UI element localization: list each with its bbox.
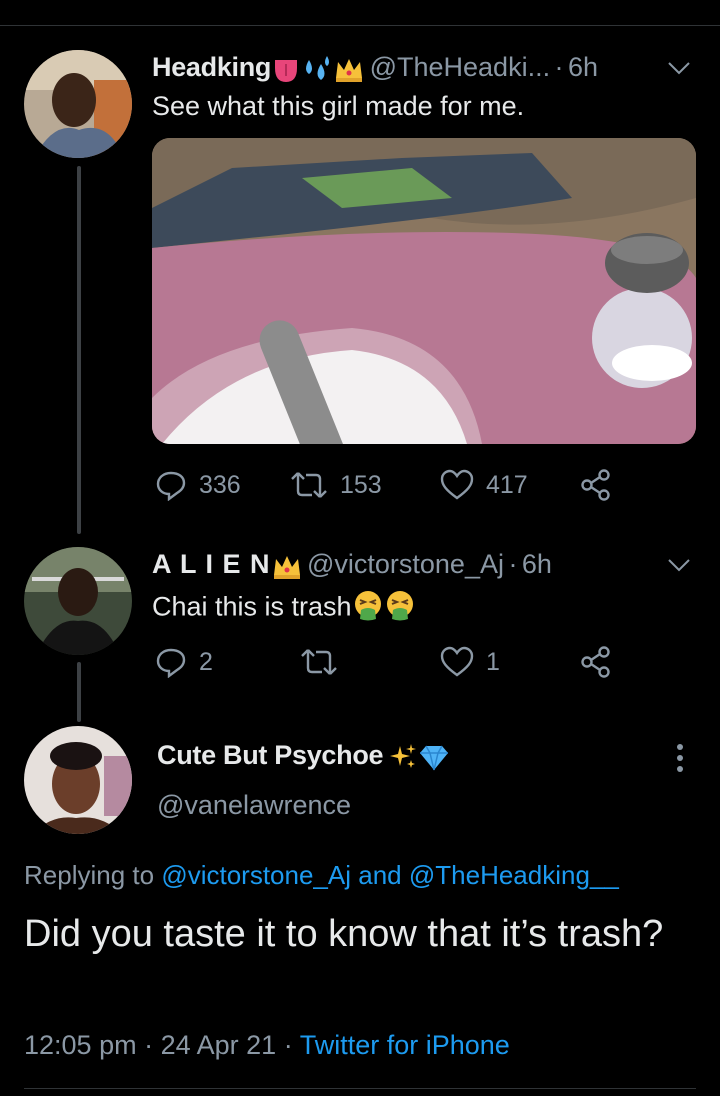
main-tweet-text: Did you taste it to know that it’s trash… bbox=[24, 913, 664, 955]
crown-emoji bbox=[271, 551, 303, 586]
tweet-header: Headking @TheHeadki... · 6h bbox=[152, 52, 598, 89]
share-icon[interactable] bbox=[580, 468, 612, 507]
mention-link[interactable]: @TheHeadking__ bbox=[409, 860, 619, 890]
avatar[interactable] bbox=[24, 726, 132, 834]
chevron-down-icon[interactable] bbox=[666, 552, 692, 583]
heart-icon bbox=[440, 469, 474, 500]
mention-link[interactable]: @victorstone_Aj bbox=[161, 860, 351, 890]
display-name[interactable]: A L I E N bbox=[152, 549, 271, 579]
display-name[interactable]: Cute But Psychoe bbox=[157, 740, 384, 770]
reply-count: 336 bbox=[199, 470, 241, 499]
tweet-text-row: Chai this is trash bbox=[152, 589, 416, 628]
tweet-text: Chai this is trash bbox=[152, 591, 352, 622]
main-author: Cute But Psychoe bbox=[157, 740, 450, 777]
reply-button[interactable]: 2 bbox=[155, 646, 213, 678]
thread-line bbox=[77, 662, 81, 722]
reply-icon bbox=[156, 648, 186, 678]
vomiting-face-emoji bbox=[384, 589, 416, 628]
reply-count: 2 bbox=[199, 647, 213, 676]
heart-icon bbox=[440, 646, 474, 677]
separator: · bbox=[144, 1030, 154, 1060]
tweet-date: 24 Apr 21 bbox=[160, 1030, 277, 1060]
like-count: 1 bbox=[486, 647, 500, 676]
separator: · bbox=[283, 1030, 293, 1060]
chevron-down-icon[interactable] bbox=[666, 55, 692, 86]
display-name[interactable]: Headking bbox=[152, 52, 271, 82]
sparkles-emoji bbox=[388, 742, 418, 777]
separator: · bbox=[508, 549, 518, 579]
retweet-count: 153 bbox=[340, 470, 382, 499]
retweet-button[interactable] bbox=[300, 646, 338, 678]
tongue-emoji bbox=[271, 54, 301, 89]
avatar[interactable] bbox=[24, 547, 132, 655]
retweet-icon bbox=[301, 649, 337, 675]
like-button[interactable]: 417 bbox=[440, 469, 528, 501]
separator: · bbox=[554, 52, 564, 82]
tweet-source[interactable]: Twitter for iPhone bbox=[300, 1030, 510, 1060]
replying-prefix: Replying to bbox=[24, 860, 155, 890]
retweet-button[interactable]: 153 bbox=[290, 469, 382, 501]
share-icon[interactable] bbox=[580, 645, 612, 684]
retweet-icon bbox=[291, 472, 327, 498]
gem-emoji bbox=[418, 742, 450, 777]
handle[interactable]: @victorstone_Aj bbox=[307, 549, 504, 579]
like-button[interactable]: 1 bbox=[440, 646, 500, 678]
thread-line bbox=[77, 166, 81, 534]
avatar[interactable] bbox=[24, 50, 132, 158]
replying-to: Replying to @victorstone_Aj and @TheHead… bbox=[24, 860, 619, 891]
sweat-droplets-emoji bbox=[301, 54, 333, 89]
reply-button[interactable]: 336 bbox=[155, 469, 241, 501]
bottom-divider bbox=[24, 1088, 696, 1089]
like-count: 417 bbox=[486, 470, 528, 499]
tweet-time: 12:05 pm bbox=[24, 1030, 137, 1060]
tweet-meta: 12:05 pm · 24 Apr 21 · Twitter for iPhon… bbox=[24, 1030, 510, 1061]
replying-and: and bbox=[358, 860, 402, 890]
timestamp[interactable]: 6h bbox=[568, 52, 598, 82]
timestamp[interactable]: 6h bbox=[522, 549, 552, 579]
tweet-header: A L I E N @victorstone_Aj · 6h bbox=[152, 549, 552, 586]
crown-emoji bbox=[333, 54, 365, 89]
tweet-text: See what this girl made for me. bbox=[152, 91, 525, 121]
handle[interactable]: @vanelawrence bbox=[157, 790, 351, 821]
handle[interactable]: @TheHeadki... bbox=[370, 52, 550, 82]
top-divider bbox=[0, 25, 720, 26]
reply-icon bbox=[156, 471, 186, 501]
vomiting-face-emoji bbox=[352, 589, 384, 628]
more-options-icon[interactable] bbox=[670, 742, 690, 779]
tweet-image[interactable] bbox=[152, 138, 696, 444]
